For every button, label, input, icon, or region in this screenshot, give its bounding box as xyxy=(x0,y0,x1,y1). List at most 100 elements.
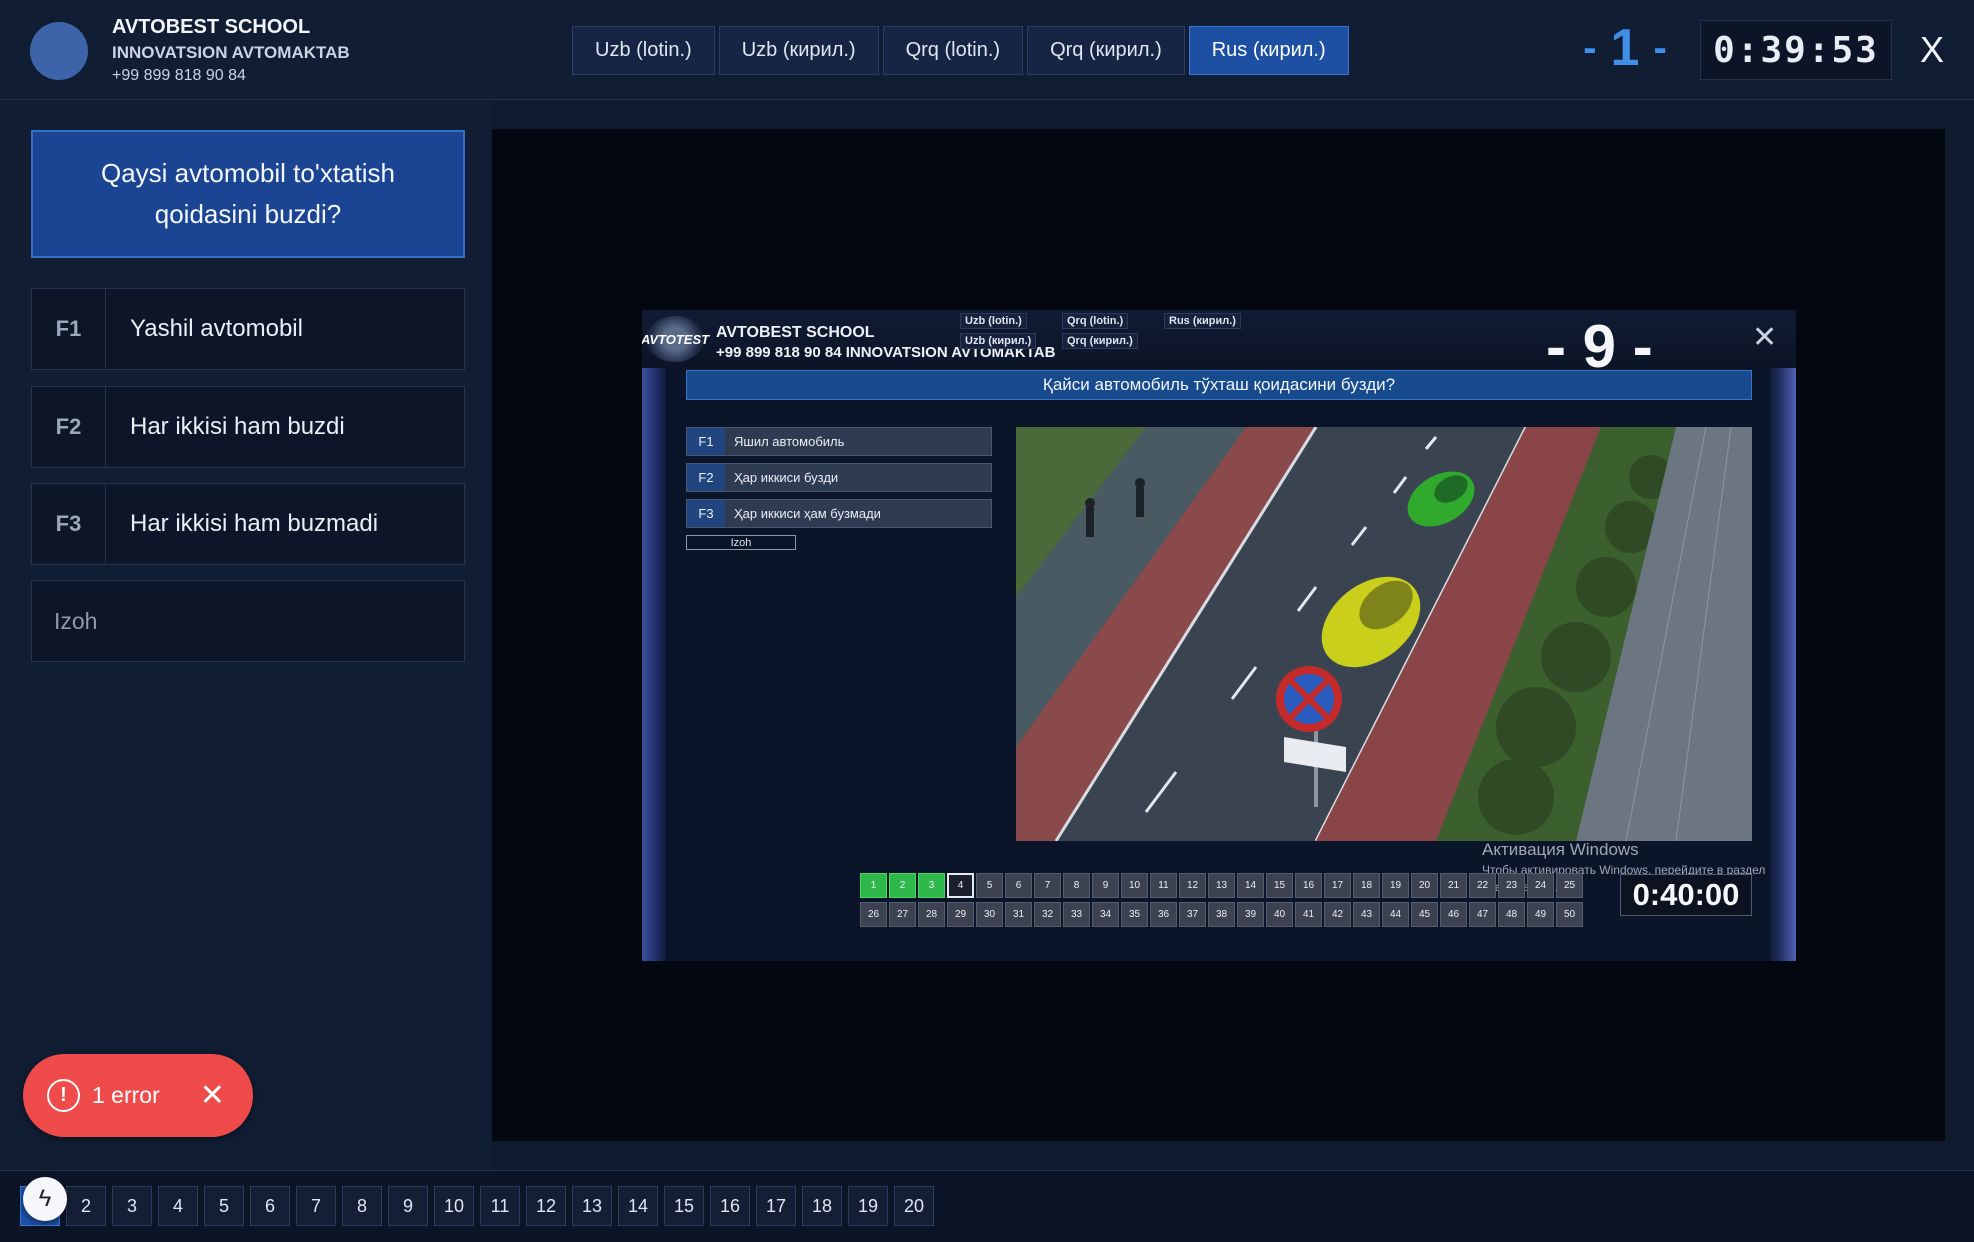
answer-key: F3 xyxy=(32,484,106,564)
image-grid-cell: 18 xyxy=(1353,873,1380,898)
windows-activation-title: Активация Windows xyxy=(1482,840,1639,859)
answer-text: Har ikkisi ham buzmadi xyxy=(130,510,379,537)
page-button-5[interactable]: 5 xyxy=(204,1186,244,1226)
image-grid-cell: 13 xyxy=(1208,873,1235,898)
image-grid-cell: 6 xyxy=(1005,873,1032,898)
lightning-icon[interactable]: ϟ xyxy=(23,1177,67,1221)
question-text: Qaysi avtomobil to'xtatish qoidasini buz… xyxy=(31,130,465,258)
image-grid-cell: 5 xyxy=(976,873,1003,898)
image-grid-cell: 50 xyxy=(1556,902,1583,927)
tab-qrq-latin[interactable]: Qrq (lotin.) xyxy=(882,26,1024,75)
page-button-12[interactable]: 12 xyxy=(526,1186,566,1226)
image-grid-cell: 26 xyxy=(860,902,887,927)
page-button-16[interactable]: 16 xyxy=(710,1186,750,1226)
question-image: AVTOTEST AVTOBEST SCHOOL +99 899 818 90 … xyxy=(642,310,1796,961)
image-grid-cell: 2 xyxy=(889,873,916,898)
image-title: AVTOBEST SCHOOL xyxy=(716,324,875,341)
image-grid-cell: 34 xyxy=(1092,902,1119,927)
answer-f2[interactable]: F2 Har ikkisi ham buzdi xyxy=(31,386,465,468)
image-grid-cell: 16 xyxy=(1295,873,1322,898)
image-lang-tab: Qrq (кирил.) xyxy=(1062,333,1138,349)
image-grid-cell: 23 xyxy=(1498,873,1525,898)
image-grid-cell: 40 xyxy=(1266,902,1293,927)
image-grid-cell: 37 xyxy=(1179,902,1206,927)
image-grid-cell: 14 xyxy=(1237,873,1264,898)
image-question-text: Қайси автомобиль тўхташ қоидасини бузди? xyxy=(686,370,1752,400)
dash-right: - xyxy=(1653,25,1667,70)
tab-uzb-latin[interactable]: Uzb (lotin.) xyxy=(572,26,715,75)
error-toast[interactable]: ! 1 error ✕ xyxy=(23,1054,253,1137)
image-grid-cell: 25 xyxy=(1556,873,1583,898)
page-button-2[interactable]: 2 xyxy=(66,1186,106,1226)
image-grid-cell: 42 xyxy=(1324,902,1351,927)
image-grid-cell: 27 xyxy=(889,902,916,927)
question-pager: 1234567891011121314151617181920 xyxy=(20,1186,934,1226)
question-media: AVTOTEST AVTOBEST SCHOOL +99 899 818 90 … xyxy=(492,129,1945,1141)
close-icon[interactable]: ✕ xyxy=(200,1078,225,1113)
exam-timer: 0:39:53 xyxy=(1700,20,1892,80)
image-lang-tab: Qrq (lotin.) xyxy=(1062,313,1129,329)
page-button-9[interactable]: 9 xyxy=(388,1186,428,1226)
page-button-8[interactable]: 8 xyxy=(342,1186,382,1226)
road-scene-image xyxy=(1016,427,1752,841)
image-close-icon: ✕ xyxy=(1752,321,1778,354)
page-button-7[interactable]: 7 xyxy=(296,1186,336,1226)
answer-f1[interactable]: F1 Yashil avtomobil xyxy=(31,288,465,370)
image-grid-cell: 47 xyxy=(1469,902,1496,927)
image-answer-text: Ҳар иккиси бузди xyxy=(734,470,839,485)
page-button-11[interactable]: 11 xyxy=(480,1186,520,1226)
image-grid-cell: 32 xyxy=(1034,902,1061,927)
tab-uzb-cyrillic[interactable]: Uzb (кирил.) xyxy=(718,26,879,75)
page-button-10[interactable]: 10 xyxy=(434,1186,474,1226)
image-grid-cell: 17 xyxy=(1324,873,1351,898)
page-button-19[interactable]: 19 xyxy=(848,1186,888,1226)
image-izoh: Izoh xyxy=(686,535,796,550)
image-timer: 0:40:00 xyxy=(1620,874,1752,916)
izoh-button[interactable]: Izoh xyxy=(31,580,465,662)
image-grid-cell: 19 xyxy=(1382,873,1409,898)
close-button[interactable]: X xyxy=(1912,26,1952,74)
dash-left: - xyxy=(1583,25,1597,70)
school-name: AVTOBEST SCHOOL xyxy=(112,16,311,38)
image-grid-cell: 45 xyxy=(1411,902,1438,927)
page-button-20[interactable]: 20 xyxy=(894,1186,934,1226)
image-grid-cell: 24 xyxy=(1527,873,1554,898)
image-lang-tab: Rus (кирил.) xyxy=(1164,313,1241,329)
answer-text: Yashil avtomobil xyxy=(130,315,303,342)
image-grid-cell: 38 xyxy=(1208,902,1235,927)
decorative-strip xyxy=(1770,368,1796,961)
image-answer-key: F2 xyxy=(687,464,725,491)
road-scene-svg xyxy=(1016,427,1752,841)
image-lang-tab: Uzb (кирил.) xyxy=(960,333,1037,349)
page-button-18[interactable]: 18 xyxy=(802,1186,842,1226)
tab-rus-cyrillic[interactable]: Rus (кирил.) xyxy=(1188,26,1349,75)
page-button-13[interactable]: 13 xyxy=(572,1186,612,1226)
image-grid-cell: 31 xyxy=(1005,902,1032,927)
school-subtitle: INNOVATSION AVTOMAKTAB xyxy=(112,43,350,62)
page-button-15[interactable]: 15 xyxy=(664,1186,704,1226)
page-button-4[interactable]: 4 xyxy=(158,1186,198,1226)
image-grid-cell: 15 xyxy=(1266,873,1293,898)
error-icon: ! xyxy=(47,1079,80,1112)
page-button-17[interactable]: 17 xyxy=(756,1186,796,1226)
image-grid-cell: 44 xyxy=(1382,902,1409,927)
answer-f3[interactable]: F3 Har ikkisi ham buzmadi xyxy=(31,483,465,565)
answer-text: Har ikkisi ham buzdi xyxy=(130,413,345,440)
image-logo: AVTOTEST xyxy=(642,316,709,362)
question-panel: Qaysi avtomobil to'xtatish qoidasini buz… xyxy=(0,101,492,1169)
page-button-3[interactable]: 3 xyxy=(112,1186,152,1226)
image-grid-cell: 1 xyxy=(860,873,887,898)
image-grid-cell: 49 xyxy=(1527,902,1554,927)
page-button-6[interactable]: 6 xyxy=(250,1186,290,1226)
question-number-value: 1 xyxy=(1610,19,1640,77)
page-button-14[interactable]: 14 xyxy=(618,1186,658,1226)
image-grid-cell: 9 xyxy=(1092,873,1119,898)
language-tabs: Uzb (lotin.) Uzb (кирил.) Qrq (lotin.) Q… xyxy=(572,26,1349,75)
image-grid-cell: 11 xyxy=(1150,873,1177,898)
image-grid-cell: 30 xyxy=(976,902,1003,927)
tab-qrq-cyrillic[interactable]: Qrq (кирил.) xyxy=(1027,26,1185,75)
error-label: 1 error xyxy=(92,1082,160,1108)
image-grid-cell: 10 xyxy=(1121,873,1148,898)
image-grid-cell: 43 xyxy=(1353,902,1380,927)
image-answer-text: Ҳар иккиси ҳам бузмади xyxy=(734,506,881,521)
